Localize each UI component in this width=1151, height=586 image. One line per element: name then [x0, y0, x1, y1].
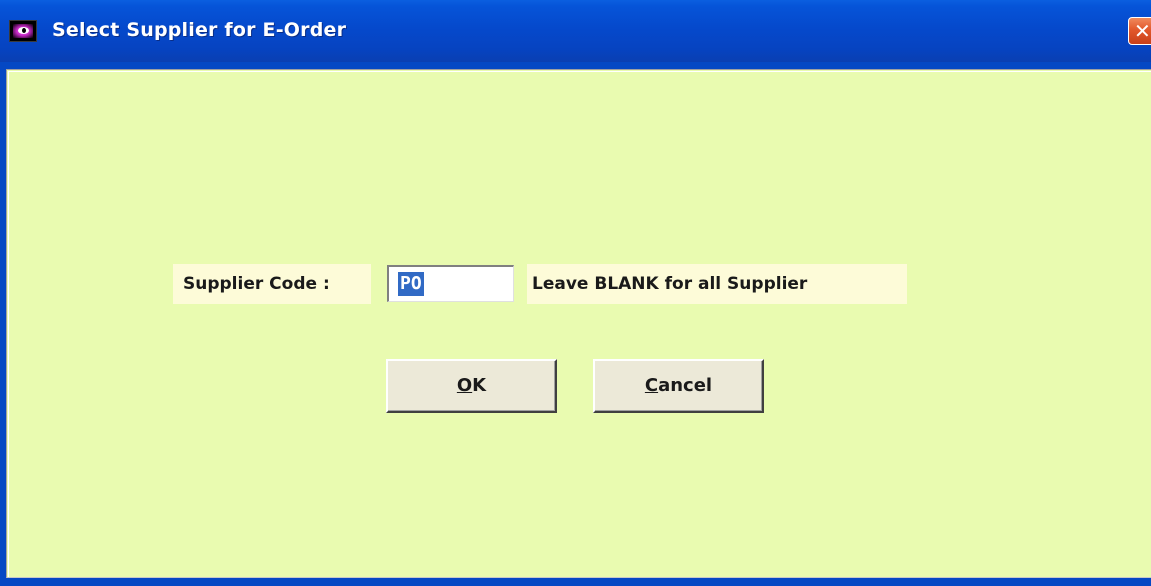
- dialog-client-area: Supplier Code : PO Leave BLANK for all S…: [6, 69, 1151, 578]
- title-bar[interactable]: Select Supplier for E-Order ✕: [0, 0, 1151, 62]
- ok-button-mnemonic: O: [456, 375, 473, 396]
- close-icon: ✕: [1134, 19, 1151, 43]
- window-title: Select Supplier for E-Order: [52, 19, 347, 41]
- supplier-code-input[interactable]: PO: [387, 265, 514, 302]
- supplier-code-label: Supplier Code :: [183, 274, 330, 294]
- cancel-button-label: ancel: [658, 375, 713, 396]
- cancel-button[interactable]: Cancel: [593, 359, 764, 413]
- close-button[interactable]: ✕: [1128, 17, 1151, 45]
- ok-button-label: K: [472, 375, 487, 396]
- cancel-button-mnemonic: C: [644, 375, 659, 396]
- supplier-code-value: PO: [398, 272, 424, 296]
- window-frame: Supplier Code : PO Leave BLANK for all S…: [0, 62, 1151, 586]
- dialog-window: Select Supplier for E-Order ✕ Supplier C…: [0, 0, 1151, 586]
- leave-blank-hint: Leave BLANK for all Supplier: [532, 274, 808, 294]
- client-bevel: Supplier Code : PO Leave BLANK for all S…: [8, 71, 1151, 577]
- ok-button[interactable]: OK: [386, 359, 557, 413]
- eye-app-icon[interactable]: [9, 20, 37, 42]
- app-icon-pupil: [22, 28, 26, 33]
